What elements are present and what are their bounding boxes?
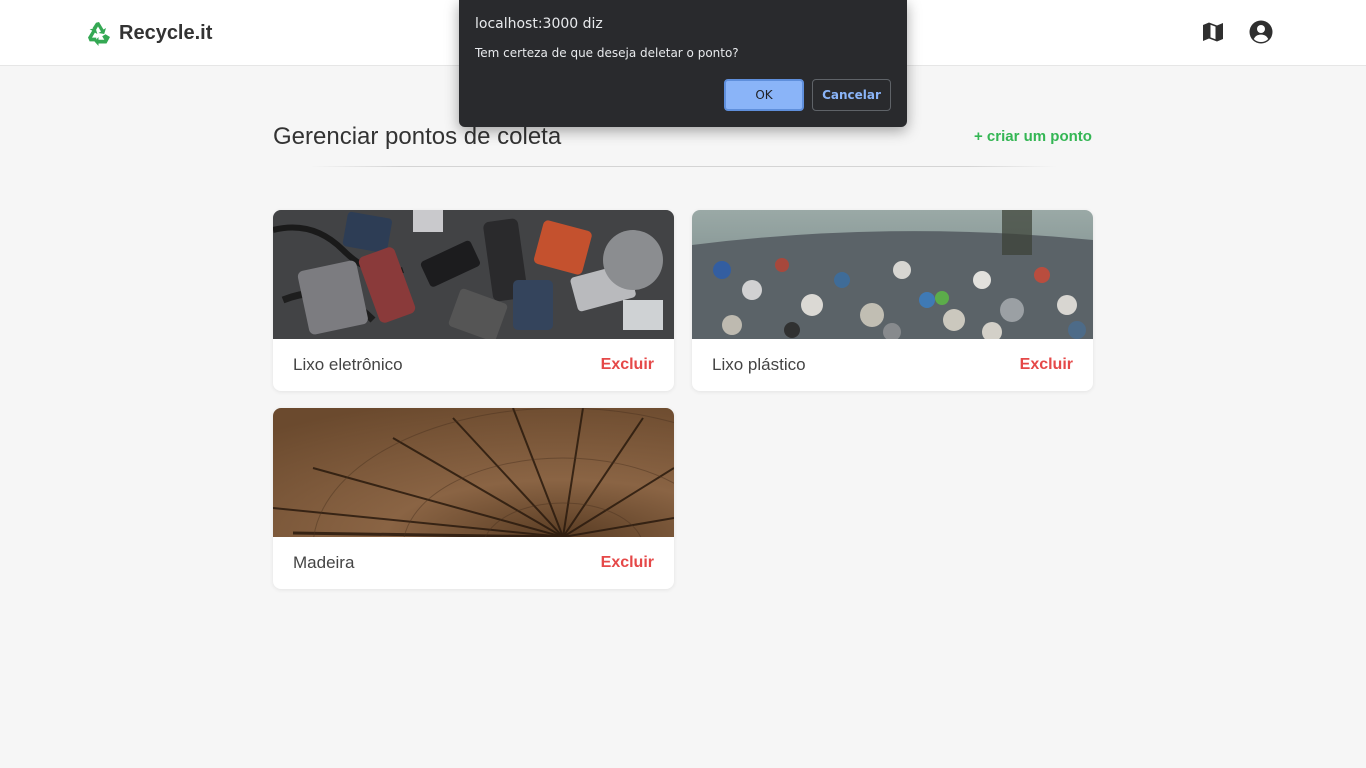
card-footer: Lixo eletrônico Excluir <box>273 339 674 391</box>
card-title: Madeira <box>293 553 355 572</box>
card-title: Lixo plástico <box>712 355 806 374</box>
collection-point-card: Lixo plástico Excluir <box>692 210 1093 391</box>
heading-divider <box>310 166 1057 167</box>
electronic-waste-image <box>273 210 674 339</box>
collection-point-card: Lixo eletrônico Excluir <box>273 210 674 391</box>
card-footer: Lixo plástico Excluir <box>692 339 1093 391</box>
wood-image <box>273 408 674 537</box>
ok-button[interactable]: OK <box>724 79 804 111</box>
map-icon[interactable] <box>1200 19 1226 45</box>
dialog-origin: localhost:3000 diz <box>475 16 603 32</box>
delete-button[interactable]: Excluir <box>601 554 654 572</box>
card-title: Lixo eletrônico <box>293 355 403 374</box>
plastic-waste-image <box>692 210 1093 339</box>
page-title: Gerenciar pontos de coleta <box>273 123 562 150</box>
dialog-message: Tem certeza de que deseja deletar o pont… <box>475 46 739 60</box>
brand-name: Recycle.it <box>119 21 213 44</box>
cancel-button[interactable]: Cancelar <box>812 79 891 111</box>
user-circle-icon[interactable] <box>1248 19 1274 45</box>
delete-button[interactable]: Excluir <box>1020 356 1073 374</box>
delete-button[interactable]: Excluir <box>601 356 654 374</box>
create-point-link[interactable]: + criar um ponto <box>974 128 1092 145</box>
header-actions <box>1200 19 1274 45</box>
collection-point-card: Madeira Excluir <box>273 408 674 589</box>
brand-logo-link[interactable]: Recycle.it <box>86 20 212 46</box>
confirm-dialog: localhost:3000 diz Tem certeza de que de… <box>459 0 907 127</box>
recycle-icon <box>88 22 110 46</box>
card-footer: Madeira Excluir <box>273 537 674 589</box>
